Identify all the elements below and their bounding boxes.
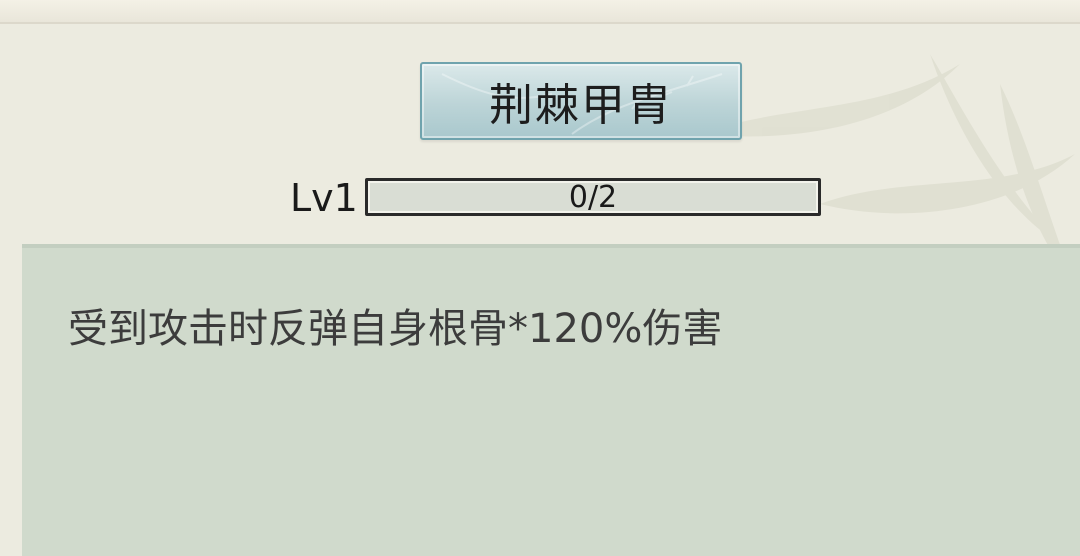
level-progress-bar: 0/2 bbox=[365, 178, 821, 216]
progress-text: 0/2 bbox=[568, 179, 618, 215]
top-frame-band bbox=[0, 0, 1080, 24]
description-panel: 受到攻击时反弹自身根骨*120%伤害 bbox=[22, 244, 1080, 556]
skill-title-button[interactable]: 荆棘甲胄 bbox=[420, 62, 742, 140]
skill-description: 受到攻击时反弹自身根骨*120%伤害 bbox=[68, 306, 723, 352]
skill-title: 荆棘甲胄 bbox=[489, 80, 673, 131]
level-label: Lv1 bbox=[290, 176, 358, 220]
